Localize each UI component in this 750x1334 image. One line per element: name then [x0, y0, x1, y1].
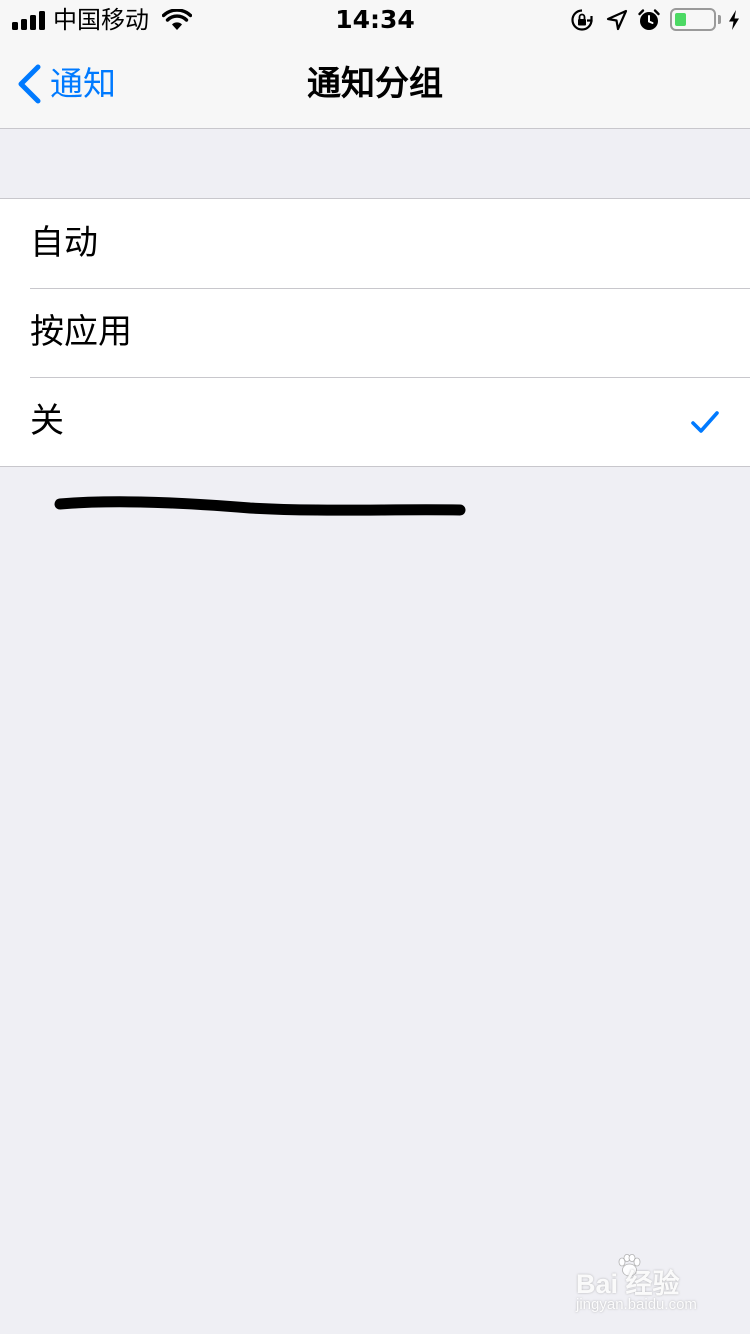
option-row-auto[interactable]: 自动	[0, 199, 750, 288]
screen: 中国移动 14:34 通知 通知分组 自动 按应用 关 Bai 经验 jingy…	[0, 0, 750, 1334]
annotation-marker-stroke	[54, 496, 466, 516]
option-label: 关	[30, 401, 64, 441]
option-label: 按应用	[30, 312, 132, 352]
navigation-bar: 通知 通知分组	[0, 40, 750, 129]
option-row-by-app[interactable]: 按应用	[0, 288, 750, 377]
page-title: 通知分组	[307, 64, 443, 104]
battery-cap	[718, 15, 721, 24]
checkmark-icon	[691, 411, 719, 433]
battery-icon	[670, 8, 716, 31]
charging-bolt-icon	[729, 10, 739, 30]
alarm-icon	[638, 9, 660, 30]
watermark-sub: jingyan.baidu.com	[576, 1296, 697, 1313]
options-group: 自动 按应用 关	[0, 198, 750, 467]
option-row-off[interactable]: 关	[0, 377, 750, 466]
option-label: 自动	[30, 223, 98, 263]
rotation-lock-icon	[571, 9, 593, 31]
location-icon	[606, 9, 628, 31]
watermark: Bai 经验 jingyan.baidu.com	[574, 1254, 714, 1320]
battery-level	[675, 13, 686, 26]
status-bar: 中国移动 14:34	[0, 0, 750, 40]
